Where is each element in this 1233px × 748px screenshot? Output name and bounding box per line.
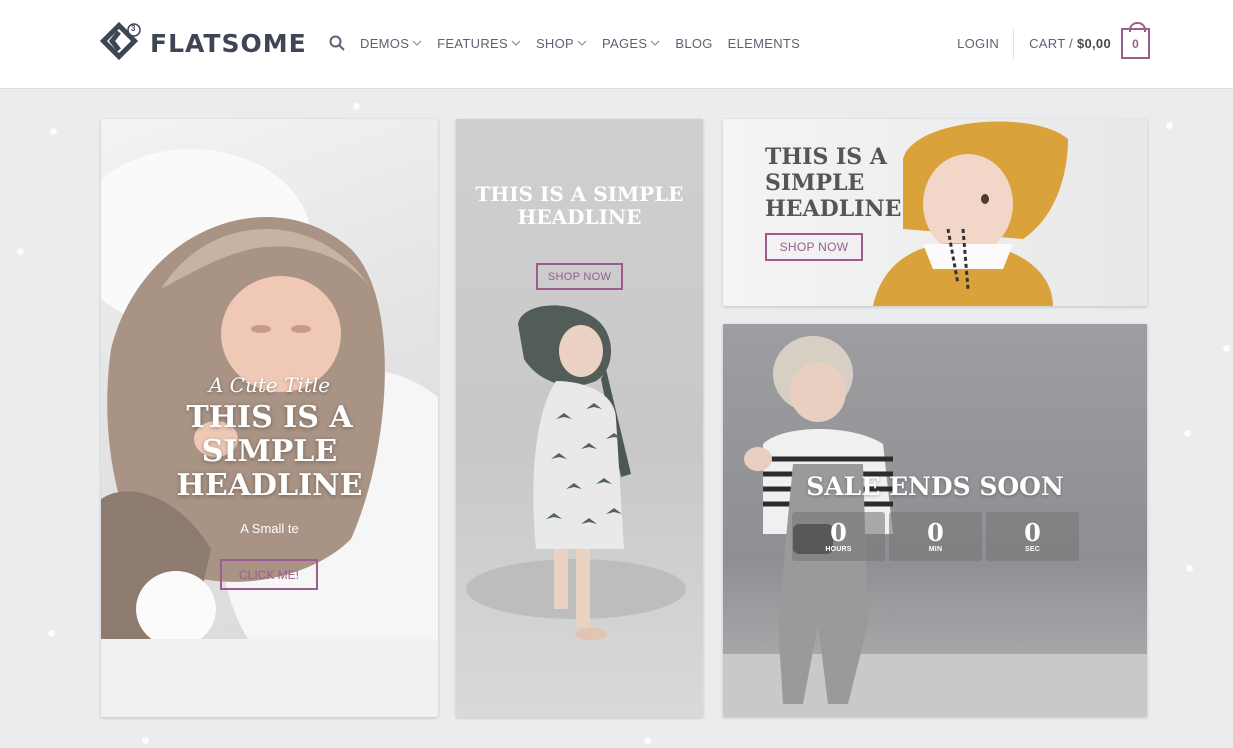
search-icon[interactable] <box>328 34 346 52</box>
snow-dot <box>17 248 24 255</box>
script-title: A Cute Title <box>208 373 331 397</box>
countdown-label: HOURS <box>825 546 852 553</box>
logo-text: FLATSOME <box>150 28 307 58</box>
logo-mark-icon: 3 <box>99 21 142 64</box>
nav-item-blog[interactable]: BLOG <box>675 34 712 52</box>
nav-item-shop[interactable]: SHOP <box>536 34 587 52</box>
nav-item-features[interactable]: FEATURES <box>437 34 521 52</box>
logo[interactable]: 3 FLATSOME <box>99 21 307 64</box>
countdown-seconds: 0 SEC <box>986 512 1079 561</box>
snow-dot <box>353 103 360 110</box>
nav-item-pages[interactable]: PAGES <box>602 34 660 52</box>
login-link[interactable]: LOGIN <box>957 36 1013 51</box>
cart-link[interactable]: CART / $0,00 <box>1029 36 1111 51</box>
banner-headline: THIS IS A SIMPLE HEADLINE <box>765 144 902 222</box>
shop-now-button[interactable]: SHOP NOW <box>536 263 623 290</box>
cart-count: 0 <box>1132 36 1139 51</box>
logo-badge: 3 <box>131 24 136 33</box>
countdown-timer: 0 HOURS 0 MIN 0 SEC <box>792 512 1083 561</box>
countdown-value: 0 <box>830 518 847 547</box>
account-nav: LOGIN CART / $0,00 0 <box>957 22 1150 59</box>
banner-middle[interactable]: THIS IS A SIMPLE HEADLINE SHOP NOW <box>456 119 703 717</box>
snow-dot <box>644 737 651 744</box>
countdown-value: 0 <box>1024 518 1041 547</box>
countdown-minutes: 0 MIN <box>889 512 982 561</box>
nav-item-label: BLOG <box>675 35 713 51</box>
cart-label: CART / <box>1029 36 1074 51</box>
snow-dot <box>48 630 55 637</box>
countdown-label: SEC <box>1025 546 1040 553</box>
snow-dot <box>1223 345 1230 352</box>
chevron-down-icon <box>412 40 422 46</box>
countdown-label: MIN <box>928 546 943 553</box>
click-me-button[interactable]: CLICK ME! <box>220 559 318 590</box>
snow-dot <box>1166 122 1173 129</box>
nav-item-label: DEMOS <box>360 35 410 51</box>
sale-headline: SALE ENDS SOON <box>806 472 1064 501</box>
banner-headline: THIS IS A SIMPLE HEADLINE <box>475 182 684 229</box>
snow-dot <box>1184 430 1191 437</box>
banner-headline: THIS IS A SIMPLE HEADLINE <box>176 400 363 503</box>
chevron-down-icon <box>650 40 660 46</box>
site-header: 3 FLATSOME DEMOS FEATURES SHOP PAGES BLO… <box>0 0 1233 89</box>
chevron-down-icon <box>577 40 587 46</box>
nav-item-demos[interactable]: DEMOS <box>360 34 422 52</box>
cart-bag-icon[interactable]: 0 <box>1121 22 1150 59</box>
banner-bottom-right[interactable]: SALE ENDS SOON 0 HOURS 0 MIN 0 SEC <box>723 324 1147 717</box>
snow-dot <box>1186 565 1193 572</box>
banner-small-text: A Small te <box>240 521 299 536</box>
snow-dot <box>50 128 57 135</box>
nav-item-label: SHOP <box>535 35 574 51</box>
countdown-hours: 0 HOURS <box>792 512 885 561</box>
countdown-value: 0 <box>927 518 944 547</box>
main-nav: DEMOS FEATURES SHOP PAGES BLOG ELEMENTS <box>328 34 815 52</box>
cart-amount: $0,00 <box>1076 36 1111 51</box>
chevron-down-icon <box>511 40 521 46</box>
banner-left[interactable]: A Cute Title THIS IS A SIMPLE HEADLINE A… <box>101 119 438 717</box>
shop-now-button[interactable]: SHOP NOW <box>765 233 863 261</box>
nav-item-label: ELEMENTS <box>727 35 801 51</box>
nav-item-label: FEATURES <box>437 35 508 51</box>
nav-item-label: PAGES <box>602 35 648 51</box>
divider <box>1013 28 1015 59</box>
nav-item-elements[interactable]: ELEMENTS <box>728 34 800 52</box>
banner-top-right[interactable]: THIS IS A SIMPLE HEADLINE SHOP NOW <box>723 119 1147 306</box>
snow-dot <box>142 737 149 744</box>
